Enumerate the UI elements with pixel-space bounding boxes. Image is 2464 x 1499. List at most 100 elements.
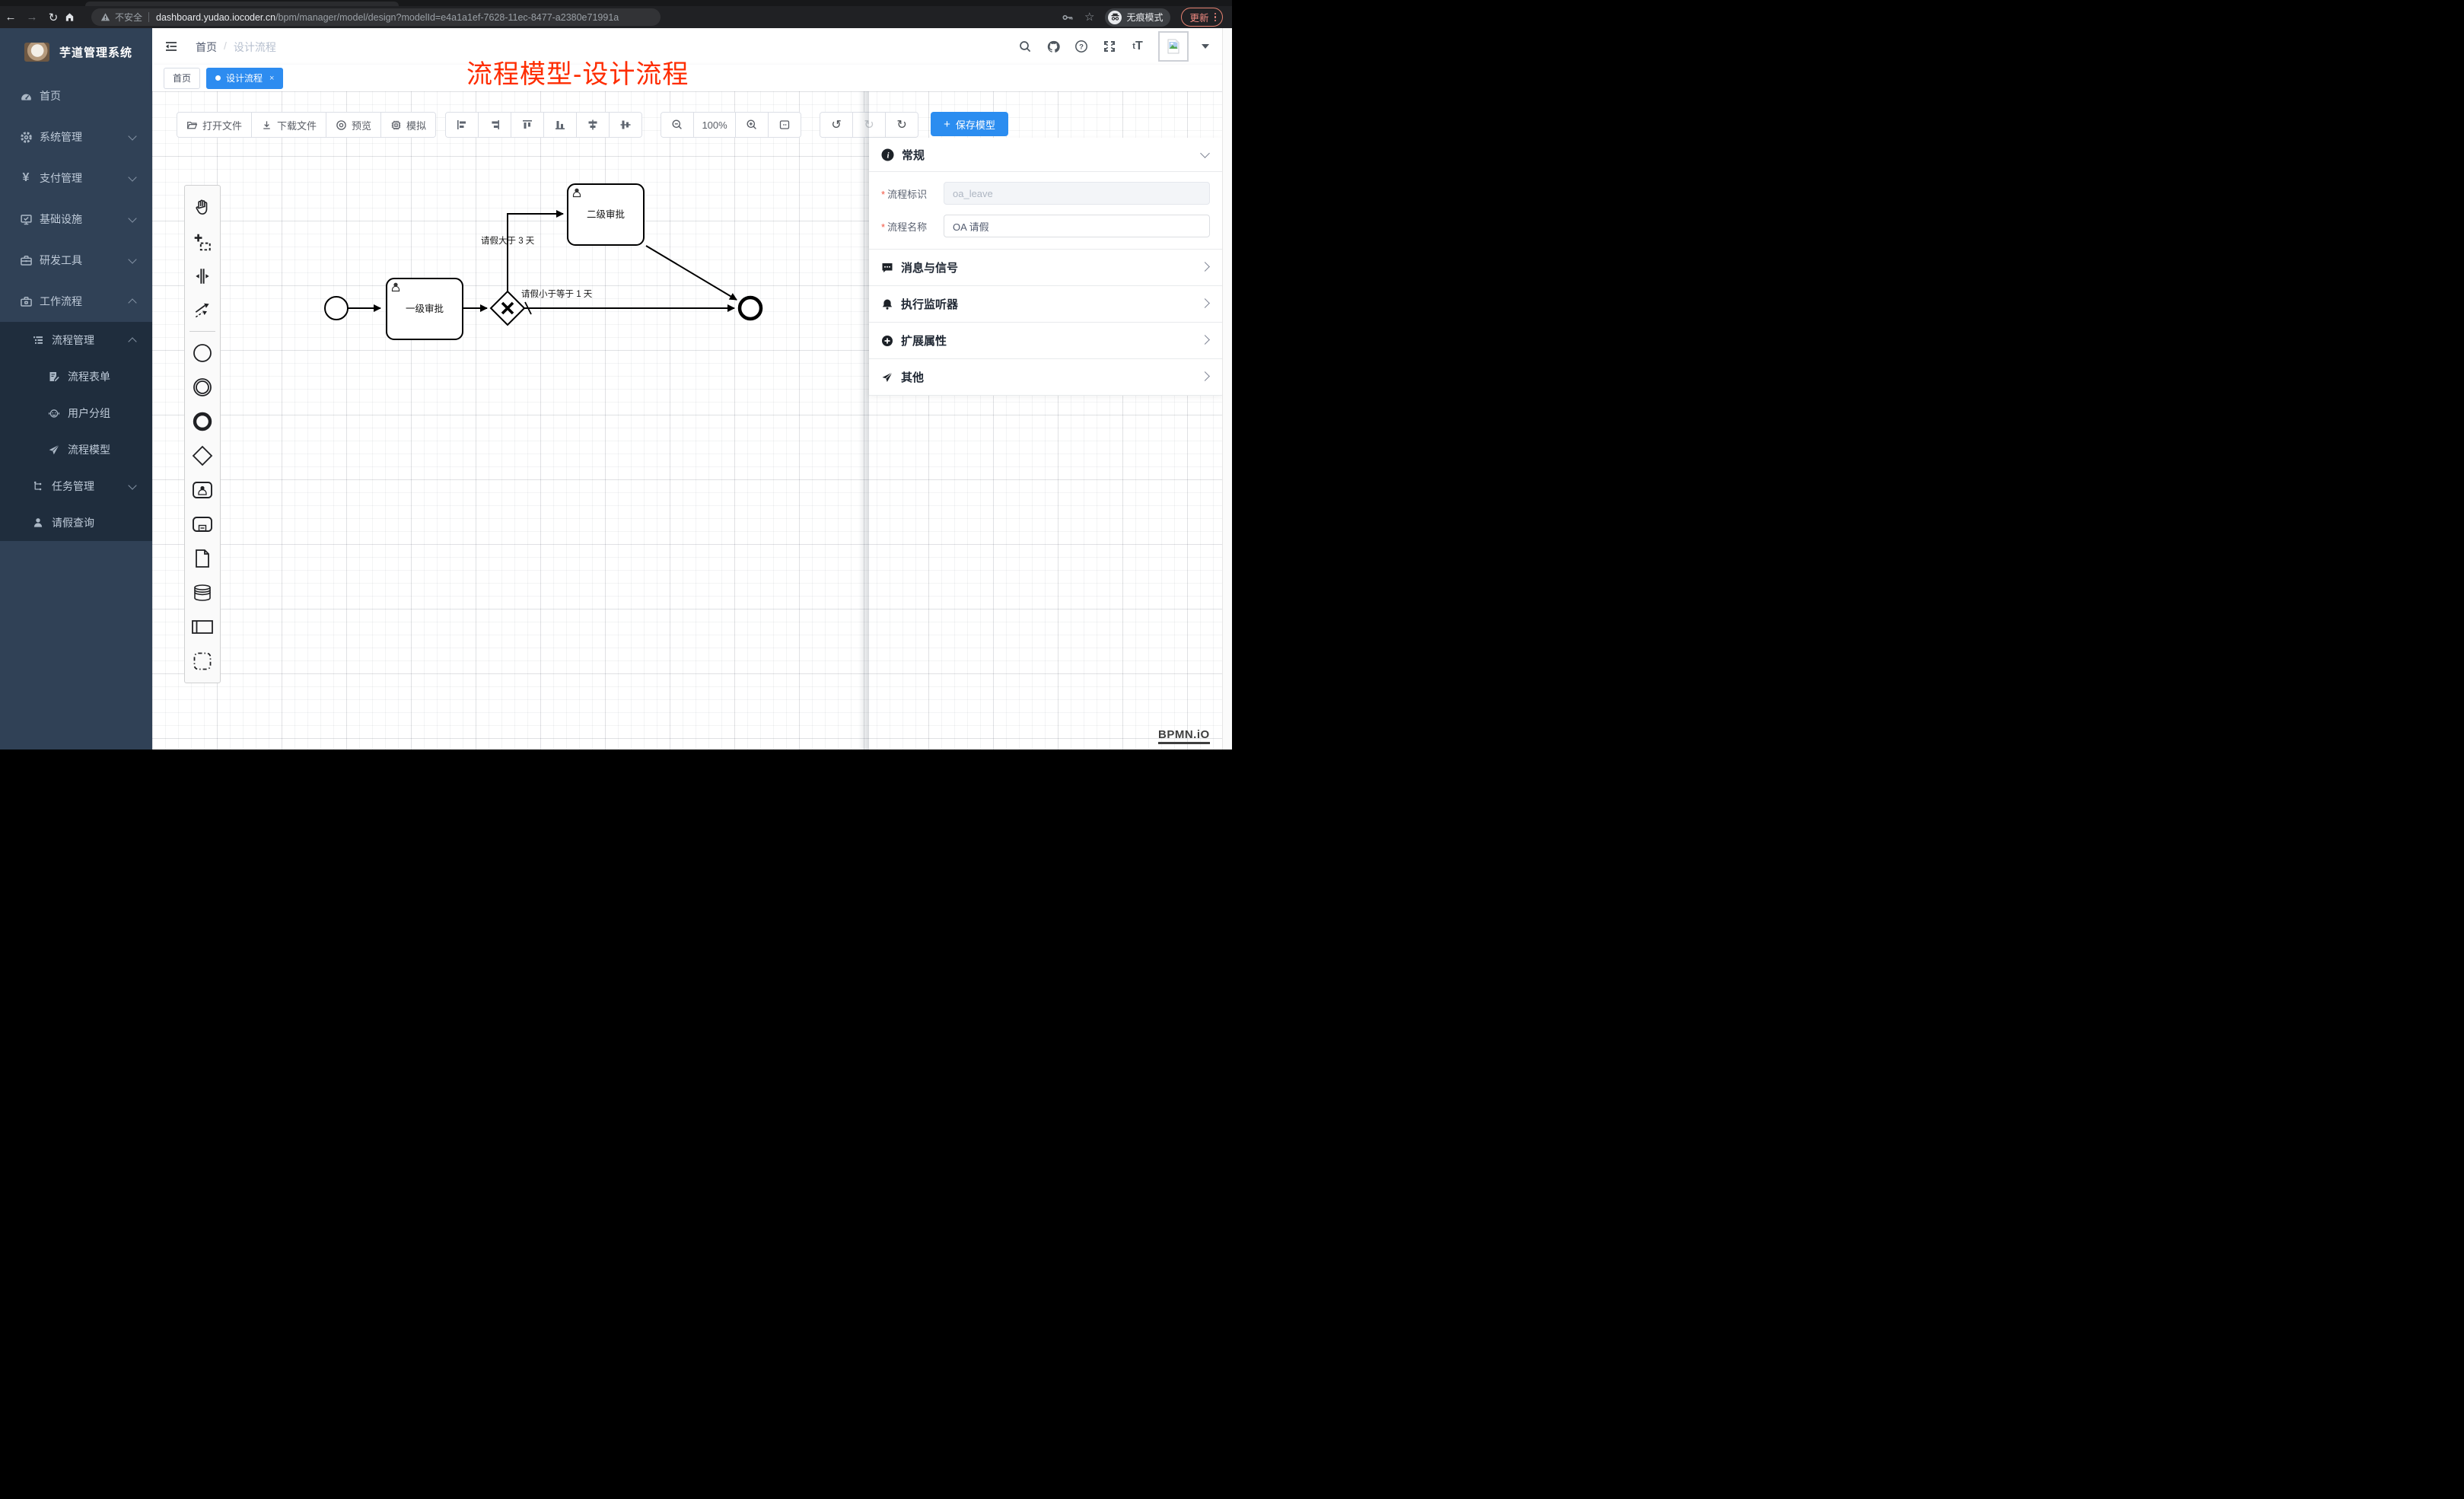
sidebar-item-leave-query[interactable]: 请假查询 (0, 504, 152, 541)
sidebar-item-process-model[interactable]: 流程模型 (0, 431, 152, 468)
hand-tool-icon[interactable] (185, 190, 220, 224)
subprocess-icon[interactable] (185, 507, 220, 541)
list-tree-icon (31, 334, 45, 346)
undo-button[interactable]: ↺ (820, 113, 852, 137)
end-event-icon[interactable] (185, 404, 220, 438)
global-connect-icon[interactable] (185, 293, 220, 327)
sidebar-item-home[interactable]: 首页 (0, 75, 152, 116)
view-tab-design[interactable]: 设计流程 × (206, 68, 283, 89)
align-middle-vertical-icon[interactable] (609, 113, 641, 137)
browser-chrome: ← → ↻ 不安全 dashboard.yudao.iocoder.cn/bpm… (0, 0, 1232, 28)
process-key-input[interactable] (944, 182, 1210, 205)
url-path: /bpm/manager/model/design?modelId=e4a1a1… (275, 12, 619, 23)
chevron-down-icon (128, 173, 136, 181)
folder-open-icon (186, 119, 198, 131)
preview-button[interactable]: 预览 (326, 113, 380, 137)
sidebar-item-payment[interactable]: ¥ 支付管理 (0, 158, 152, 199)
star-icon[interactable]: ☆ (1084, 11, 1094, 23)
download-file-button[interactable]: 下载文件 (251, 113, 326, 137)
open-file-button[interactable]: 打开文件 (177, 113, 251, 137)
section-general[interactable]: i 常规 (869, 138, 1222, 172)
align-left-icon[interactable] (446, 113, 478, 137)
user-task-level2[interactable]: 二级审批 (568, 184, 644, 245)
sidebar-item-infra[interactable]: 基础设施 (0, 199, 152, 240)
address-bar[interactable]: 不安全 dashboard.yudao.iocoder.cn/bpm/manag… (91, 8, 661, 26)
sidebar-item-workflow[interactable]: 工作流程 (0, 281, 152, 322)
view-tab-home[interactable]: 首页 (164, 68, 200, 89)
section-execution-listener[interactable]: 执行监听器 (869, 286, 1222, 323)
start-event-icon[interactable] (185, 336, 220, 370)
edge-gateway-to-task2[interactable] (508, 214, 563, 291)
home-icon[interactable] (64, 11, 85, 23)
download-icon (261, 119, 272, 131)
forward-icon[interactable]: → (21, 11, 43, 24)
zoom-in-button[interactable] (735, 113, 768, 137)
help-icon[interactable]: ? (1074, 39, 1089, 54)
end-event[interactable] (740, 298, 761, 319)
security-label[interactable]: 不安全 (115, 11, 142, 24)
fit-viewport-button[interactable] (768, 113, 801, 137)
data-store-icon[interactable] (185, 575, 220, 609)
sidebar-item-task-mgmt[interactable]: 任务管理 (0, 468, 152, 504)
save-model-button[interactable]: + 保存模型 (931, 112, 1008, 136)
menu-dots-icon[interactable] (1214, 13, 1217, 22)
sidebar-item-devtools[interactable]: 研发工具 (0, 240, 152, 281)
section-extended-attributes[interactable]: 扩展属性 (869, 323, 1222, 359)
start-event[interactable] (325, 297, 348, 320)
lasso-tool-icon[interactable] (185, 224, 220, 259)
edge-task2-to-end[interactable] (646, 246, 737, 300)
edge-label-gt3[interactable]: 请假大于 3 天 (481, 235, 535, 246)
sidebar-item-process-form[interactable]: 流程表单 (0, 358, 152, 395)
browser-address-row: ← → ↻ 不安全 dashboard.yudao.iocoder.cn/bpm… (0, 6, 1232, 28)
fullscreen-icon[interactable] (1102, 39, 1117, 54)
sidebar-item-user-groups[interactable]: 用户分组 (0, 395, 152, 431)
sidebar-collapse-icon[interactable] (164, 40, 178, 53)
active-dot-icon (215, 75, 221, 81)
group-icon[interactable] (185, 644, 220, 678)
section-message-signal[interactable]: 消息与信号 (869, 250, 1222, 286)
process-name-input[interactable] (944, 215, 1210, 237)
user-task-icon[interactable] (185, 473, 220, 507)
intermediate-event-icon[interactable] (185, 370, 220, 404)
chevron-down-icon[interactable] (1200, 148, 1210, 158)
participant-icon[interactable] (185, 609, 220, 644)
zoom-level[interactable]: 100% (693, 113, 735, 137)
zoom-in-icon (746, 119, 758, 131)
section-other[interactable]: 其他 (869, 359, 1222, 396)
breadcrumb-home[interactable]: 首页 (196, 40, 217, 55)
simulate-button[interactable]: 模拟 (380, 113, 435, 137)
font-size-icon[interactable]: tT (1130, 39, 1145, 54)
key-icon[interactable] (1062, 11, 1074, 24)
update-label[interactable]: 更新 (1189, 10, 1208, 24)
gateway-icon[interactable] (185, 438, 220, 473)
align-right-icon[interactable] (478, 113, 511, 137)
restart-button[interactable]: ↻ (885, 113, 918, 137)
exclusive-gateway[interactable] (491, 291, 524, 325)
org-tree-icon (31, 480, 45, 492)
align-top-icon[interactable] (511, 113, 543, 137)
search-icon[interactable] (1017, 39, 1033, 54)
space-tool-icon[interactable] (185, 259, 220, 293)
align-center-horizontal-icon[interactable] (576, 113, 609, 137)
sidebar-item-system[interactable]: 系统管理 (0, 116, 152, 158)
close-icon[interactable]: × (269, 74, 274, 83)
zoom-out-button[interactable] (661, 113, 693, 137)
edge-label-le1[interactable]: 请假小于等于 1 天 (521, 288, 593, 299)
data-object-icon[interactable] (185, 541, 220, 575)
avatar[interactable] (1158, 31, 1189, 62)
align-bottom-icon[interactable] (543, 113, 576, 137)
reload-icon[interactable]: ↻ (43, 11, 64, 24)
browser-update-button[interactable]: 更新 (1181, 8, 1223, 27)
scrollbar-gutter[interactable] (1222, 28, 1232, 750)
sidebar: 芋道管理系统 首页 系统管理 ¥ 支付管理 基础设施 (0, 28, 152, 750)
info-icon: i (881, 148, 894, 161)
caret-down-icon[interactable] (1202, 44, 1209, 49)
github-icon[interactable] (1046, 39, 1061, 54)
bpmn-io-watermark[interactable]: BPMN.iO (1158, 728, 1210, 744)
sidebar-item-process-mgmt[interactable]: 流程管理 (0, 322, 152, 358)
app-title: 芋道管理系统 (59, 44, 132, 60)
back-icon[interactable]: ← (0, 11, 21, 24)
bell-icon (881, 298, 893, 310)
user-task-level1[interactable]: 一级审批 (387, 278, 463, 339)
svg-text:二级审批: 二级审批 (587, 208, 625, 220)
